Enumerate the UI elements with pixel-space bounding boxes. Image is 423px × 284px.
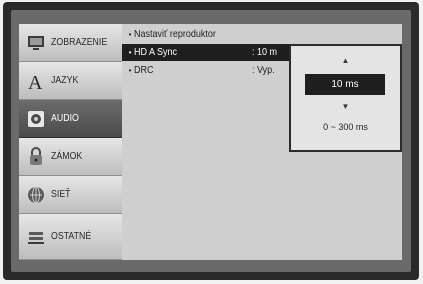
setting-label: HD A Sync (134, 47, 178, 58)
setting-label: DRC (134, 65, 154, 76)
screen: ZOBRAZENIE A JAZYK AUDIO ZÁMOK SIEŤ OSTA… (11, 10, 411, 272)
bullet-icon: • (128, 66, 132, 75)
sidebar-item-label: ZÁMOK (51, 151, 83, 162)
sidebar-item-label: JAZYK (51, 75, 79, 86)
audio-icon (25, 108, 47, 130)
bullet-icon: • (128, 48, 132, 57)
arrow-up-icon[interactable]: ▲ (291, 56, 400, 65)
tv-frame: ZOBRAZENIE A JAZYK AUDIO ZÁMOK SIEŤ OSTA… (3, 2, 419, 280)
sidebar-item-siet[interactable]: SIEŤ (19, 176, 122, 214)
sidebar-item-zobrazenie[interactable]: ZOBRAZENIE (19, 24, 122, 62)
sidebar-item-label: ZOBRAZENIE (51, 37, 108, 48)
settings-menu: ZOBRAZENIE A JAZYK AUDIO ZÁMOK SIEŤ OSTA… (19, 24, 402, 260)
display-icon (25, 32, 47, 54)
sidebar-item-label: OSTATNÉ (51, 231, 92, 242)
other-icon (25, 226, 47, 248)
value-range: 0 ~ 300 ms (323, 122, 368, 132)
bullet-icon: • (128, 30, 132, 39)
svg-text:A: A (28, 72, 43, 91)
lock-icon (25, 146, 47, 168)
setting-label: Nastaviť reproduktor (134, 29, 216, 40)
setting-value: : 10 m (252, 47, 278, 58)
sidebar-item-jazyk[interactable]: A JAZYK (19, 62, 122, 100)
arrow-down-icon[interactable]: ▼ (291, 102, 400, 111)
value-adjust-popup: ▲ 10 ms ▼ 0 ~ 300 ms (289, 44, 402, 152)
sidebar-item-ostatne[interactable]: OSTATNÉ (19, 214, 122, 260)
sidebar-item-zamok[interactable]: ZÁMOK (19, 138, 122, 176)
sidebar-item-label: SIEŤ (51, 189, 71, 200)
settings-sidebar: ZOBRAZENIE A JAZYK AUDIO ZÁMOK SIEŤ OSTA… (19, 24, 122, 260)
setting-value: : Vyp. (252, 65, 275, 76)
sidebar-item-label: AUDIO (51, 113, 79, 124)
setting-row-speaker[interactable]: • Nastaviť reproduktor (122, 26, 402, 43)
current-value[interactable]: 10 ms (305, 74, 385, 95)
language-icon: A (25, 70, 47, 92)
network-icon (25, 184, 47, 206)
sidebar-item-audio[interactable]: AUDIO (19, 100, 122, 138)
